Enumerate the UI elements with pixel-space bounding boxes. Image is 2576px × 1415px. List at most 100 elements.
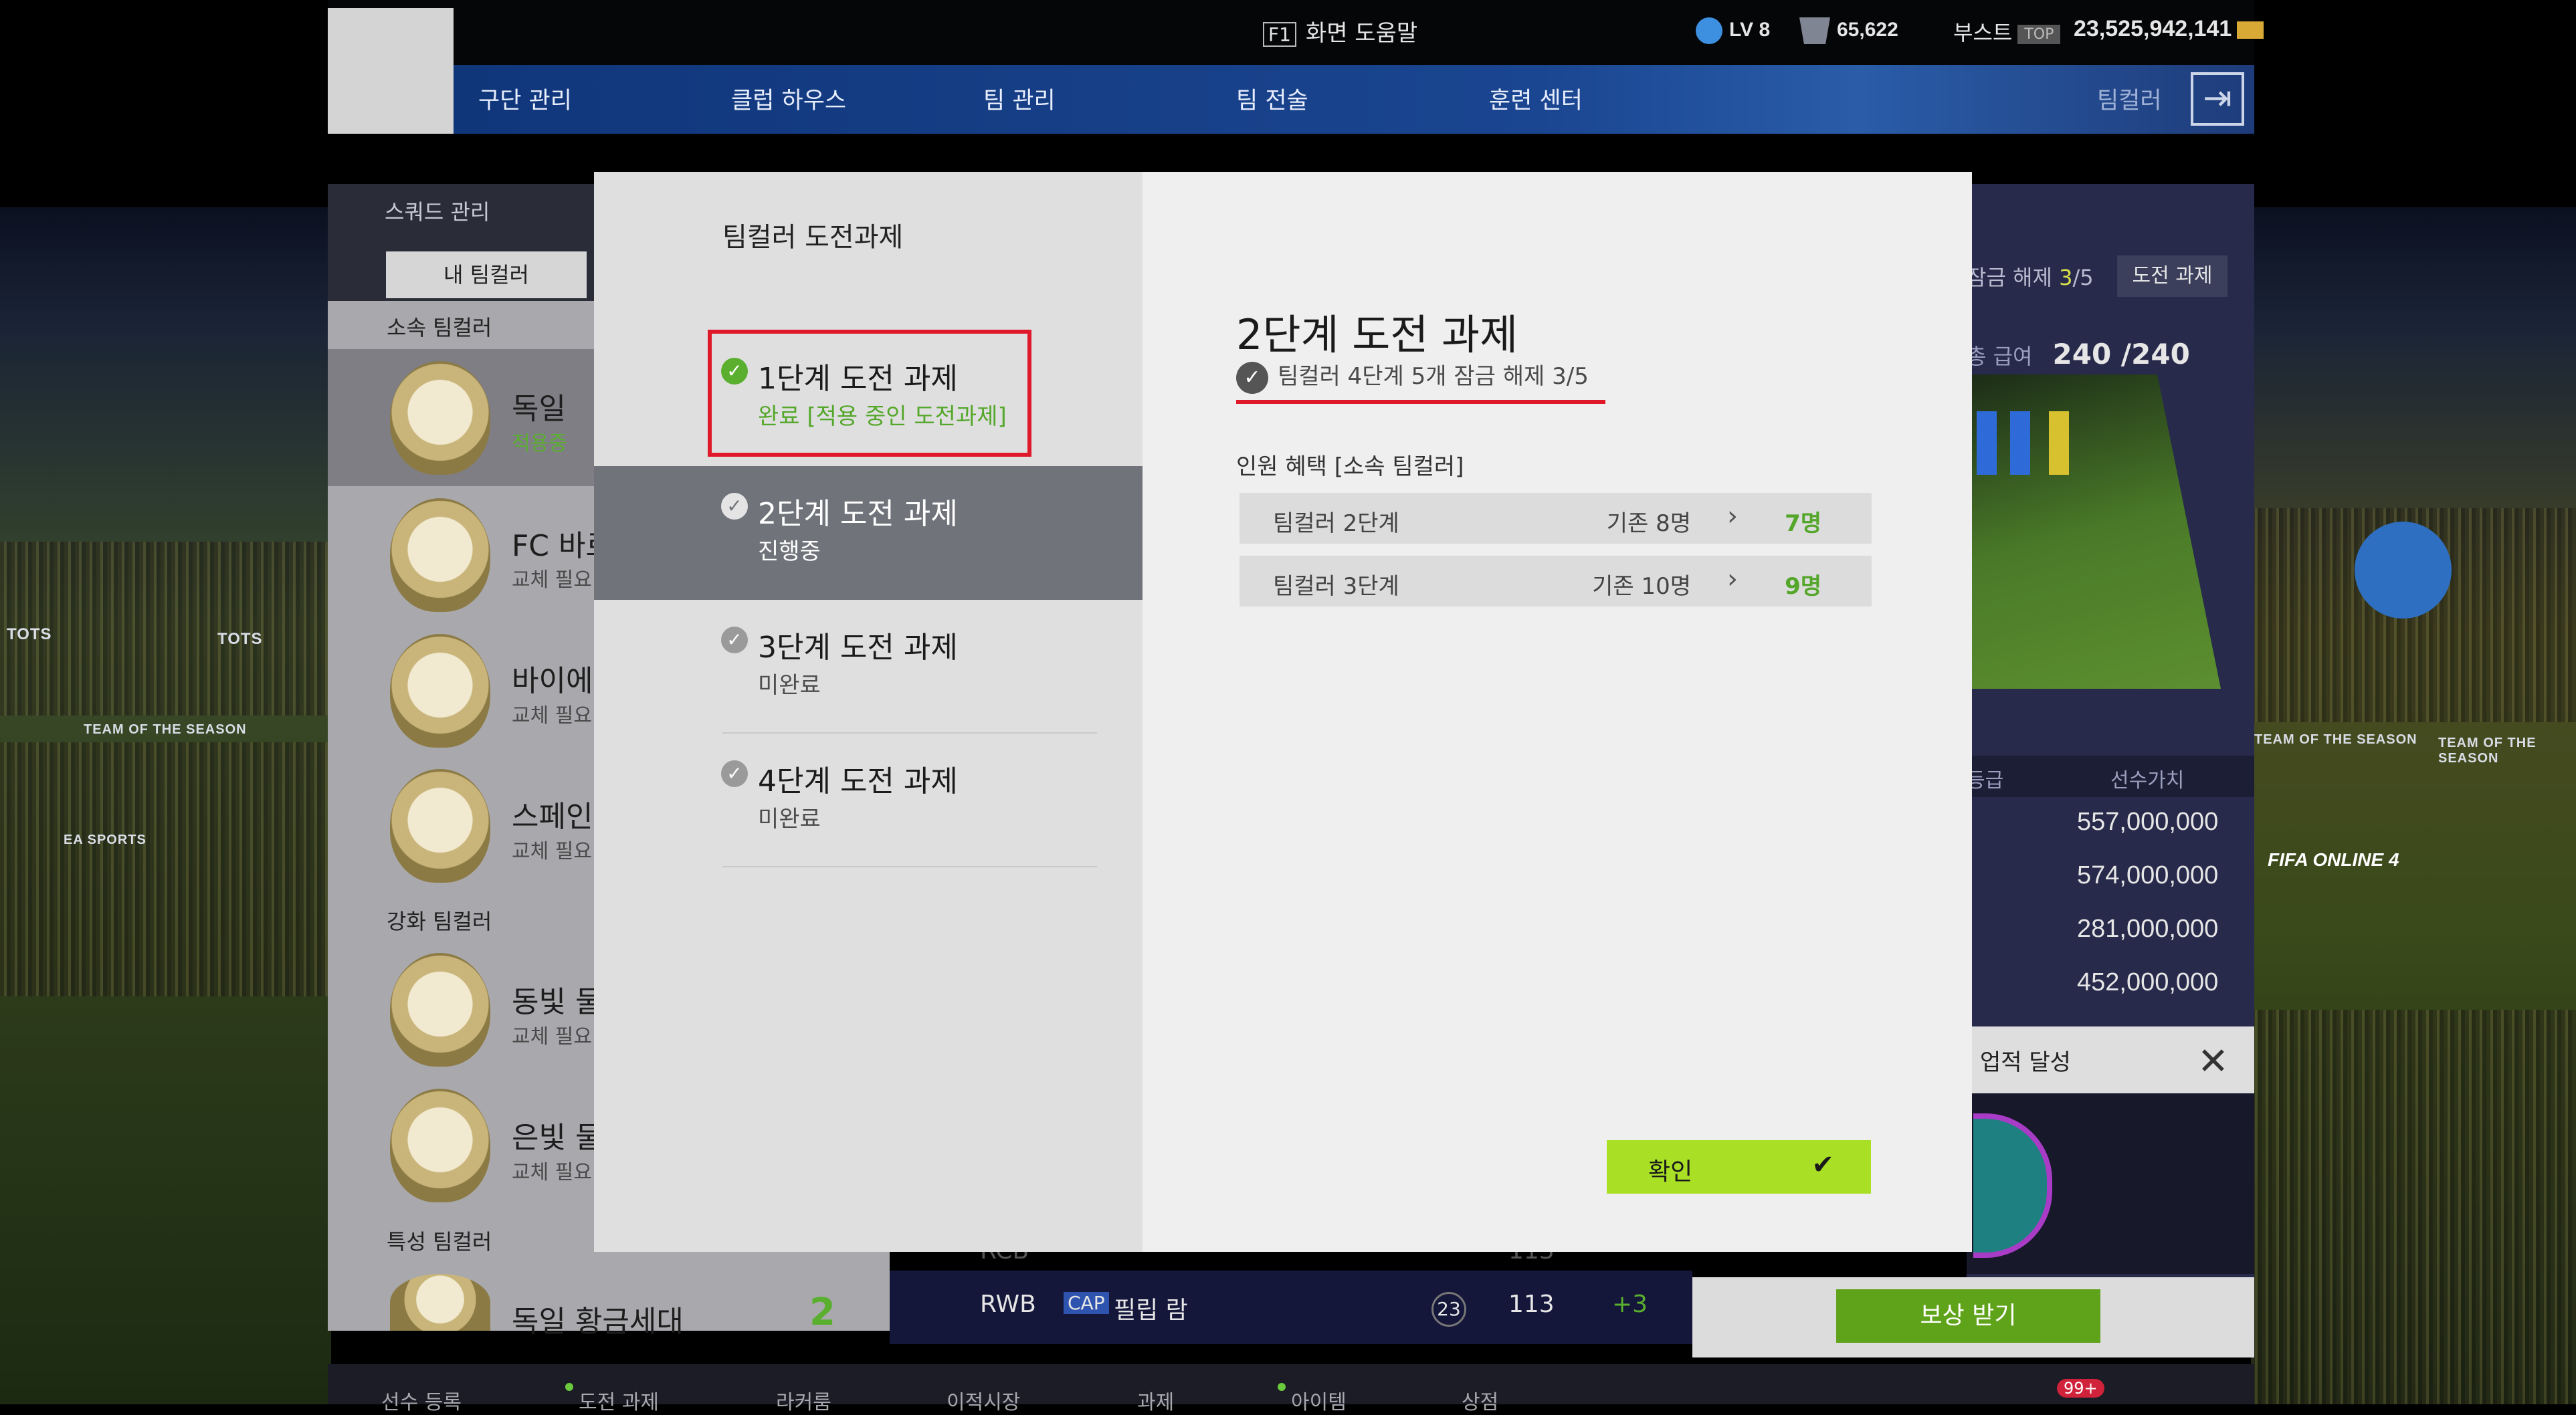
tab-player-register[interactable]: 선수 등록 <box>381 1386 462 1415</box>
tab-items[interactable]: 아이템 <box>1291 1386 1347 1415</box>
new-dot-icon <box>1278 1383 1286 1391</box>
list-item-name[interactable]: 스페인 <box>512 792 593 835</box>
boost-indicator[interactable]: 부스트 TOP <box>1953 16 2061 47</box>
row-ovr: 113 <box>1508 1291 1555 1318</box>
row-delta: +3 <box>1612 1291 1648 1318</box>
nav-item-team-color[interactable]: 팀컬러 <box>2097 82 2162 116</box>
germany-badge-icon <box>390 361 490 475</box>
benefit-new: 7명 <box>1785 510 1821 537</box>
coin-balance: 23,525,942,141 <box>2074 16 2264 42</box>
confirm-button[interactable]: 확인 ✔ <box>1607 1140 1871 1194</box>
highlight-underline <box>1236 400 1605 404</box>
main-nav <box>454 65 2254 134</box>
stadium-banner: TOTS <box>7 625 52 643</box>
list-item-status: 적용중 <box>512 432 567 455</box>
nav-item-team-management[interactable]: 팀 관리 <box>983 82 1056 116</box>
tab-locker-room[interactable]: 라커룸 <box>776 1386 831 1415</box>
nav-item-club-management[interactable]: 구단 관리 <box>478 82 572 116</box>
nav-item-club-house[interactable]: 클럽 하우스 <box>731 82 846 116</box>
tab-transfer-market[interactable]: 이적시장 <box>947 1386 1020 1415</box>
level-indicator: LV 8 <box>1696 17 1770 44</box>
exit-icon[interactable]: ⇥ <box>2191 72 2244 126</box>
list-item-name[interactable]: 바이에 <box>512 657 593 699</box>
stage-name: 3단계 도전 과제 <box>758 631 958 665</box>
silver-badge-icon <box>390 1089 490 1202</box>
detail-title: 2단계 도전 과제 <box>1236 310 1518 359</box>
bronze-badge-icon <box>390 953 490 1067</box>
stadium-banner: TOTS <box>217 630 263 648</box>
benefit-label: 팀컬러 3단계 <box>1273 573 1399 600</box>
tab-my-team-color[interactable]: 내 팀컬러 <box>386 251 587 298</box>
stage-status: 미완료 <box>758 672 821 699</box>
tab-shop[interactable]: 상점 <box>1462 1386 1498 1415</box>
row-player-name[interactable]: 필립 람 <box>1114 1291 1188 1325</box>
stage-name: 2단계 도전 과제 <box>758 497 958 531</box>
stadium-background-left: TOTS TOTS TEAM OF THE SEASON EA SPORTS <box>0 207 331 1404</box>
boost-badge: TOP <box>2017 24 2061 44</box>
level-label: LV 8 <box>1729 18 1771 41</box>
value-table-header: 등급 선수가치 <box>1967 756 2254 797</box>
col-value: 선수가치 <box>2110 769 2185 792</box>
spain-badge-icon <box>390 769 490 883</box>
tab-tasks[interactable]: 과제 <box>1137 1386 1174 1415</box>
claim-reward-button[interactable]: 보상 받기 <box>1836 1289 2100 1343</box>
benefit-base: 기존 8명 <box>1606 510 1691 537</box>
nav-item-team-tactics[interactable]: 팀 전술 <box>1236 82 1308 116</box>
benefit-row: 팀컬러 3단계 기존 10명 › 9명 <box>1240 556 1872 607</box>
benefit-base: 기존 10명 <box>1592 573 1691 600</box>
stage-status: 미완료 <box>758 806 821 833</box>
row-position[interactable]: RWB <box>980 1291 1036 1318</box>
benefit-new: 9명 <box>1785 573 1821 600</box>
subtab-squad[interactable]: 스쿼드 관리 <box>385 195 490 226</box>
list-item-name: 독일 <box>512 392 566 426</box>
list-item-status: 교체 필요 <box>512 1161 592 1184</box>
stage-2-item[interactable]: ✓ 2단계 도전 과제 진행중 <box>594 466 1143 600</box>
list-item-name[interactable]: 동빛 물 <box>512 978 602 1020</box>
nav-item-training-center[interactable]: 훈련 센터 <box>1489 82 1583 116</box>
new-dot-icon <box>565 1383 573 1391</box>
benefit-header: 인원 혜택 [소속 팀컬러] <box>1236 453 1464 480</box>
fifa-online-logo: FIFA ONLINE 4 <box>2268 849 2399 870</box>
highlight-box <box>708 330 1031 457</box>
check-circle-icon: ✓ <box>721 627 748 653</box>
help-button[interactable]: F1 화면 도움말 <box>1263 15 1417 47</box>
section-header: 소속 팀컬러 <box>387 315 492 340</box>
col-grade: 등급 <box>1967 769 2004 792</box>
divider <box>722 866 1097 867</box>
achievement-title: 업적 달성 <box>1980 1049 2071 1076</box>
coin-icon <box>2237 21 2264 39</box>
count-badge: 2 <box>809 1291 835 1334</box>
stat-bar <box>2010 411 2030 475</box>
boost-label: 부스트 <box>1953 20 2013 45</box>
list-item-status: 교체 필요 <box>512 1025 592 1049</box>
list-item-status: 교체 필요 <box>512 704 592 728</box>
stage-3-item[interactable]: ✓ 3단계 도전 과제 미완료 <box>594 600 1143 734</box>
confirm-label: 확인 <box>1648 1158 1693 1186</box>
barcelona-badge-icon <box>390 498 490 612</box>
salary-value: 240 /240 <box>2052 338 2190 370</box>
salary-label: 총 급여 <box>1967 344 2033 369</box>
stat-bar <box>1977 411 1997 475</box>
salary-summary: 총 급여 240 /240 <box>1967 338 2190 370</box>
points-shield-icon <box>1799 17 1830 44</box>
player-value: 557,000,000 <box>2077 808 2219 836</box>
stadium-banner: TEAM OF THE SEASON <box>2438 736 2537 766</box>
avatar[interactable] <box>328 8 454 134</box>
chat-bubble-icon[interactable] <box>2355 522 2452 619</box>
modal-title: 팀컬러 도전과제 <box>722 222 904 253</box>
stage-name: 4단계 도전 과제 <box>758 764 958 798</box>
stage-4-item[interactable]: ✓ 4단계 도전 과제 미완료 <box>594 734 1143 867</box>
tab-challenges[interactable]: 도전 과제 <box>579 1386 659 1415</box>
player-value: 281,000,000 <box>2077 915 2219 943</box>
challenge-button[interactable]: 도전 과제 <box>2117 255 2227 297</box>
notification-badge: 99+ <box>2057 1379 2104 1398</box>
list-item-status: 교체 필요 <box>512 568 592 592</box>
section-header: 강화 팀컬러 <box>387 909 492 934</box>
list-item-name[interactable]: 은빛 물 <box>512 1113 602 1156</box>
section-header: 특성 팀컬러 <box>387 1229 492 1255</box>
close-icon[interactable]: ✕ <box>2197 1040 2229 1083</box>
golden-generation-badge-icon <box>390 1274 490 1331</box>
player-value: 452,000,000 <box>2077 968 2219 996</box>
list-item-name[interactable]: 독일 황금세대 <box>512 1297 684 1340</box>
detail-condition: ✓ 팀컬러 4단계 5개 잠금 해제 3/5 <box>1236 358 1589 394</box>
